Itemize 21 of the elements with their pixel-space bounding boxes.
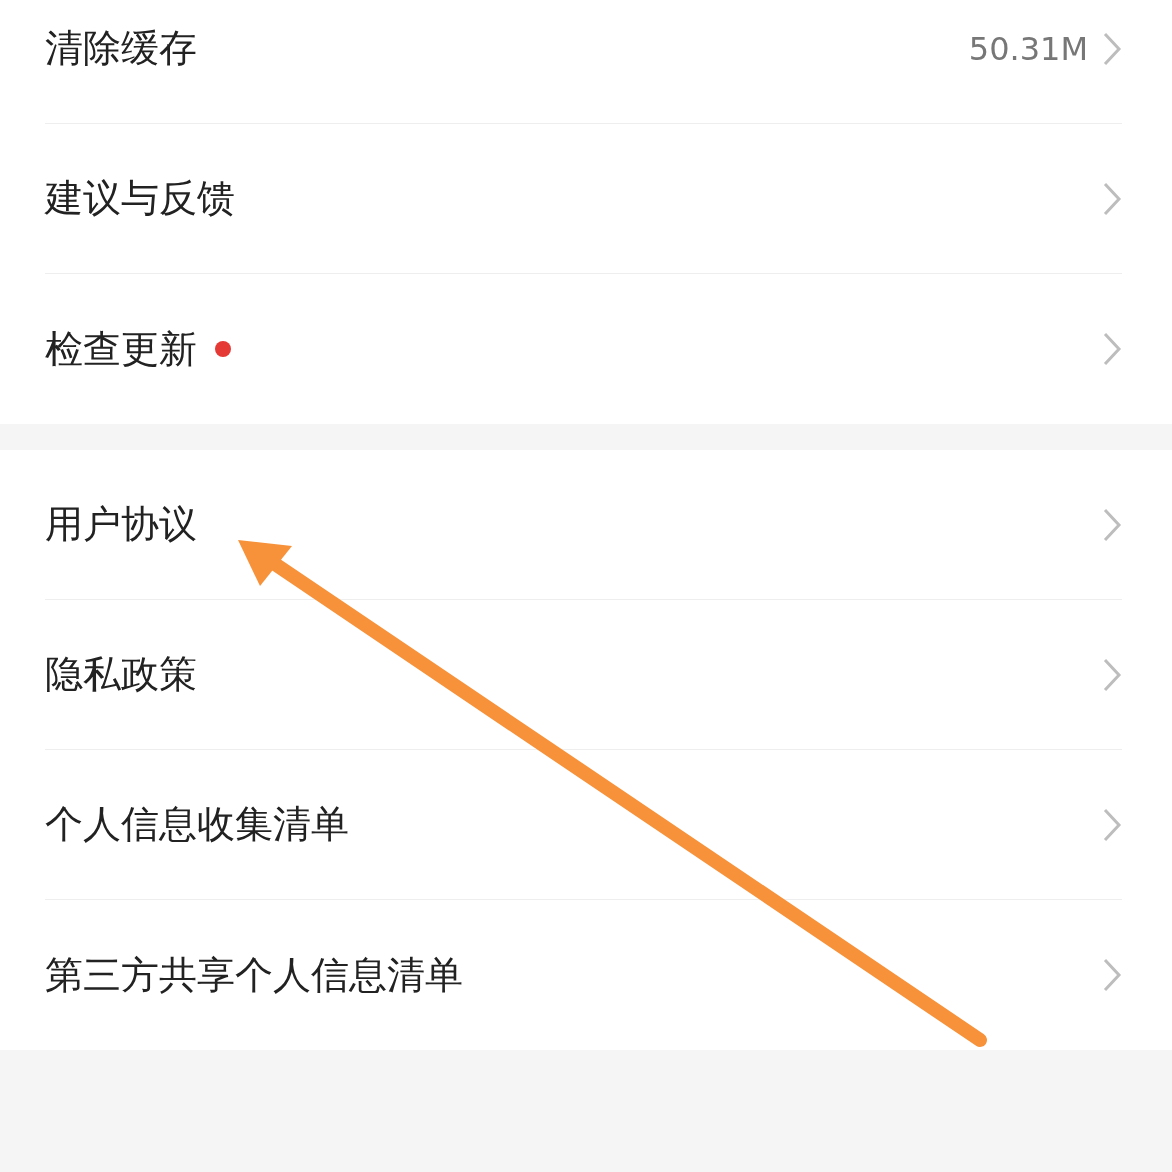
row-label: 个人信息收集清单 bbox=[45, 801, 349, 848]
settings-row[interactable]: 个人信息收集清单 bbox=[45, 750, 1122, 900]
settings-row[interactable]: 隐私政策 bbox=[45, 600, 1122, 750]
chevron-icon bbox=[1102, 506, 1122, 543]
chevron-icon bbox=[1102, 656, 1122, 693]
cache-size: 50.31M bbox=[968, 29, 1088, 68]
settings-row[interactable]: 第三方共享个人信息清单 bbox=[45, 900, 1122, 1050]
settings-row[interactable]: 清除缓存 50.31M bbox=[45, 0, 1122, 124]
chevron-icon bbox=[1102, 957, 1122, 993]
row-label: 清除缓存 bbox=[45, 25, 197, 72]
settings-row[interactable]: 建议与反馈 bbox=[45, 124, 1122, 274]
settings-row[interactable]: 检查更新 bbox=[45, 274, 1122, 424]
row-label: 用户协议 bbox=[45, 501, 197, 548]
row-label: 第三方共享个人信息清单 bbox=[45, 951, 463, 999]
row-label: 隐私政策 bbox=[45, 651, 197, 698]
chevron-icon bbox=[1102, 806, 1122, 843]
chevron-icon bbox=[1102, 331, 1122, 367]
chevron-icon bbox=[1102, 30, 1122, 67]
row-label: 检查更新 bbox=[45, 325, 197, 373]
row-label: 建议与反馈 bbox=[45, 175, 235, 222]
chevron-icon bbox=[1102, 180, 1122, 217]
